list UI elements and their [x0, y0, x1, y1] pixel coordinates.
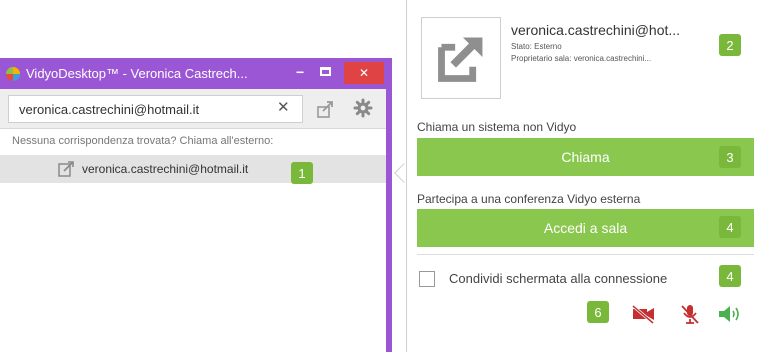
callout-badge-share: 4: [719, 265, 741, 287]
no-match-text: Nessuna corrispondenza trovata? Chiama a…: [12, 135, 274, 147]
contact-status: Stato: Esterno: [511, 42, 562, 51]
call-button[interactable]: Chiama: [417, 138, 754, 176]
join-section-label: Partecipa a una conferenza Vidyo esterna: [417, 192, 641, 206]
external-link-icon: [58, 161, 74, 177]
callout-badge-call: 3: [719, 146, 741, 168]
search-input[interactable]: veronica.castrechini@hotmail.it: [8, 95, 303, 123]
result-item-label: veronica.castrechini@hotmail.it: [82, 162, 249, 176]
clear-search-icon[interactable]: ✕: [277, 98, 290, 116]
join-room-button[interactable]: Accedi a sala: [417, 209, 754, 247]
result-item[interactable]: veronica.castrechini@hotmail.it: [0, 155, 386, 183]
gear-icon[interactable]: [353, 98, 373, 118]
callout-badge-contact: 2: [719, 34, 741, 56]
share-arrow-icon[interactable]: [316, 99, 336, 119]
maximize-button[interactable]: [320, 67, 331, 76]
search-input-value: veronica.castrechini@hotmail.it: [19, 101, 200, 117]
share-screen-label: Condividi schermata alla connessione: [449, 271, 668, 286]
contact-name: veronica.castrechini@hot...: [511, 22, 681, 38]
contact-popup: veronica.castrechini@hot... Stato: Ester…: [406, 0, 759, 352]
external-contact-icon: [438, 37, 483, 82]
callout-badge-result: 1: [291, 162, 313, 184]
window-title-bar[interactable]: VidyoDesktop™ - Veronica Castrech...: [0, 58, 392, 89]
window-body: veronica.castrechini@hotmail.it ✕ Nessun…: [0, 89, 386, 352]
screenshot: VidyoDesktop™ - Veronica Castrech... − ✕…: [0, 0, 759, 352]
speaker-on-icon[interactable]: [717, 303, 743, 325]
share-screen-checkbox[interactable]: [419, 271, 435, 287]
minimize-button[interactable]: −: [296, 64, 304, 80]
microphone-off-icon[interactable]: [677, 303, 703, 325]
callout-badge-media: 6: [587, 301, 609, 323]
callout-badge-join: 4: [719, 216, 741, 238]
call-section-label: Chiama un sistema non Vidyo: [417, 120, 577, 134]
room-owner: Proprietario sala: veronica.castrechini.…: [511, 54, 652, 63]
vidyo-logo-icon: [6, 66, 20, 81]
camera-off-icon[interactable]: [630, 303, 656, 325]
window-title: VidyoDesktop™ - Veronica Castrech...: [26, 66, 248, 81]
section-divider: [417, 254, 754, 255]
contact-avatar: [421, 17, 501, 99]
search-toolbar: veronica.castrechini@hotmail.it ✕: [0, 89, 386, 129]
vidyo-window: VidyoDesktop™ - Veronica Castrech... − ✕…: [0, 58, 392, 352]
close-button[interactable]: ✕: [344, 62, 384, 84]
